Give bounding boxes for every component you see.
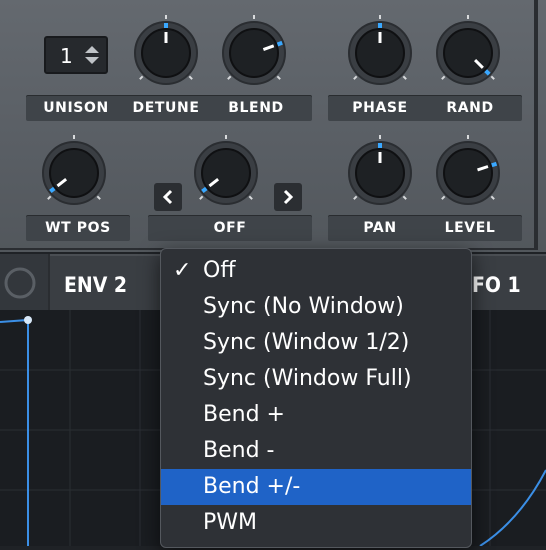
knob-body xyxy=(443,148,493,198)
menu-item-label: Bend + xyxy=(203,402,285,427)
tab-env2-label: ENV 2 xyxy=(64,273,128,297)
menu-item-label: Bend +/- xyxy=(203,474,301,499)
menu-item-label: Sync (No Window) xyxy=(203,294,404,319)
menu-item-label: Sync (Window Full) xyxy=(203,366,412,391)
pan-level-label-bar: PAN LEVEL xyxy=(328,215,522,241)
blend-label: BLEND xyxy=(228,100,284,116)
warp-next-button[interactable] xyxy=(274,183,302,211)
envelope-point-handle xyxy=(24,316,32,324)
knob-value-marker xyxy=(49,186,56,194)
knob-graphic xyxy=(134,15,198,85)
knob-body xyxy=(229,28,279,78)
knob-graphic xyxy=(436,15,500,85)
warp-mode-label[interactable]: OFF xyxy=(148,215,312,241)
knob-graphic xyxy=(42,135,106,205)
chevron-right-icon xyxy=(283,189,294,205)
menu-item-sync-window-half[interactable]: Sync (Window 1/2) xyxy=(161,325,471,361)
menu-item-off[interactable]: ✓ Off xyxy=(161,253,471,289)
detune-knob[interactable] xyxy=(126,13,206,93)
wt-pos-label: WT POS xyxy=(45,220,111,236)
knob-limit-tick xyxy=(441,75,446,80)
wt-pos-knob[interactable] xyxy=(34,133,114,213)
knob-limit-tick xyxy=(402,195,407,200)
menu-item-label: Sync (Window 1/2) xyxy=(203,330,410,355)
menu-item-bend-minus[interactable]: Bend - xyxy=(161,433,471,469)
knob-limit-tick xyxy=(188,75,193,80)
checkmark-icon: ✓ xyxy=(173,258,192,283)
knob-value-marker xyxy=(201,186,208,194)
knob-limit-tick xyxy=(490,195,495,200)
knob-limit-tick xyxy=(402,75,407,80)
mod-source-tab[interactable] xyxy=(0,254,48,310)
knob-graphic xyxy=(348,135,412,205)
unison-label: UNISON xyxy=(43,100,109,116)
phase-label: PHASE xyxy=(352,100,408,116)
menu-item-label: PWM xyxy=(203,510,258,535)
menu-item-sync-no-window[interactable]: Sync (No Window) xyxy=(161,289,471,325)
knob-value-marker xyxy=(491,161,498,168)
unison-detune-blend-label-bar: UNISON DETUNE BLEND xyxy=(26,95,312,121)
menu-item-label: Bend - xyxy=(203,438,275,463)
knob-value-marker xyxy=(276,40,283,47)
detune-label: DETUNE xyxy=(132,100,200,116)
level-label: LEVEL xyxy=(444,220,496,236)
knob-body xyxy=(201,148,251,198)
knob-body xyxy=(443,28,493,78)
phase-rand-label-bar: PHASE RAND xyxy=(328,95,522,121)
knob-limit-tick xyxy=(490,75,495,80)
knob-graphic xyxy=(194,135,258,205)
knob-limit-tick xyxy=(227,75,232,80)
knob-limit-tick xyxy=(441,195,446,200)
circle-icon xyxy=(4,267,36,299)
unison-value: 1 xyxy=(60,44,73,68)
knob-limit-tick xyxy=(139,75,144,80)
menu-item-bend-plus-minus[interactable]: Bend +/- xyxy=(161,469,471,505)
knob-limit-tick xyxy=(353,75,358,80)
knob-limit-tick xyxy=(96,195,101,200)
level-knob[interactable] xyxy=(428,133,508,213)
knob-limit-tick xyxy=(353,195,358,200)
tab-lfo1-label: FO 1 xyxy=(472,273,521,297)
unison-up-down-icon[interactable] xyxy=(84,44,100,66)
menu-item-bend-plus[interactable]: Bend + xyxy=(161,397,471,433)
knob-graphic xyxy=(348,15,412,85)
unison-stepper[interactable]: 1 xyxy=(44,36,108,74)
rand-knob[interactable] xyxy=(428,13,508,93)
menu-item-sync-window-full[interactable]: Sync (Window Full) xyxy=(161,361,471,397)
knob-limit-tick xyxy=(199,195,204,200)
warp-knob[interactable] xyxy=(186,133,266,213)
warp-mode-label-bar[interactable]: OFF xyxy=(148,215,312,241)
knob-body xyxy=(49,148,99,198)
knob-graphic xyxy=(222,15,286,85)
knob-graphic xyxy=(436,135,500,205)
knob-limit-tick xyxy=(276,75,281,80)
envelope-curve xyxy=(0,318,29,546)
chevron-left-icon xyxy=(162,189,173,205)
knob-limit-tick xyxy=(248,195,253,200)
phase-knob[interactable] xyxy=(340,13,420,93)
blend-knob[interactable] xyxy=(214,13,294,93)
warp-prev-button[interactable] xyxy=(154,183,182,211)
menu-item-label: Off xyxy=(203,258,236,283)
pan-label: PAN xyxy=(363,220,397,236)
pan-knob[interactable] xyxy=(340,133,420,213)
warp-mode-dropdown-menu: ✓ Off Sync (No Window) Sync (Window 1/2)… xyxy=(160,248,472,548)
knob-value-marker xyxy=(484,69,491,76)
wt-pos-label-bar: WT POS xyxy=(26,215,130,241)
menu-item-pwm[interactable]: PWM xyxy=(161,505,471,541)
rand-label: RAND xyxy=(446,100,494,116)
knob-limit-tick xyxy=(47,195,52,200)
